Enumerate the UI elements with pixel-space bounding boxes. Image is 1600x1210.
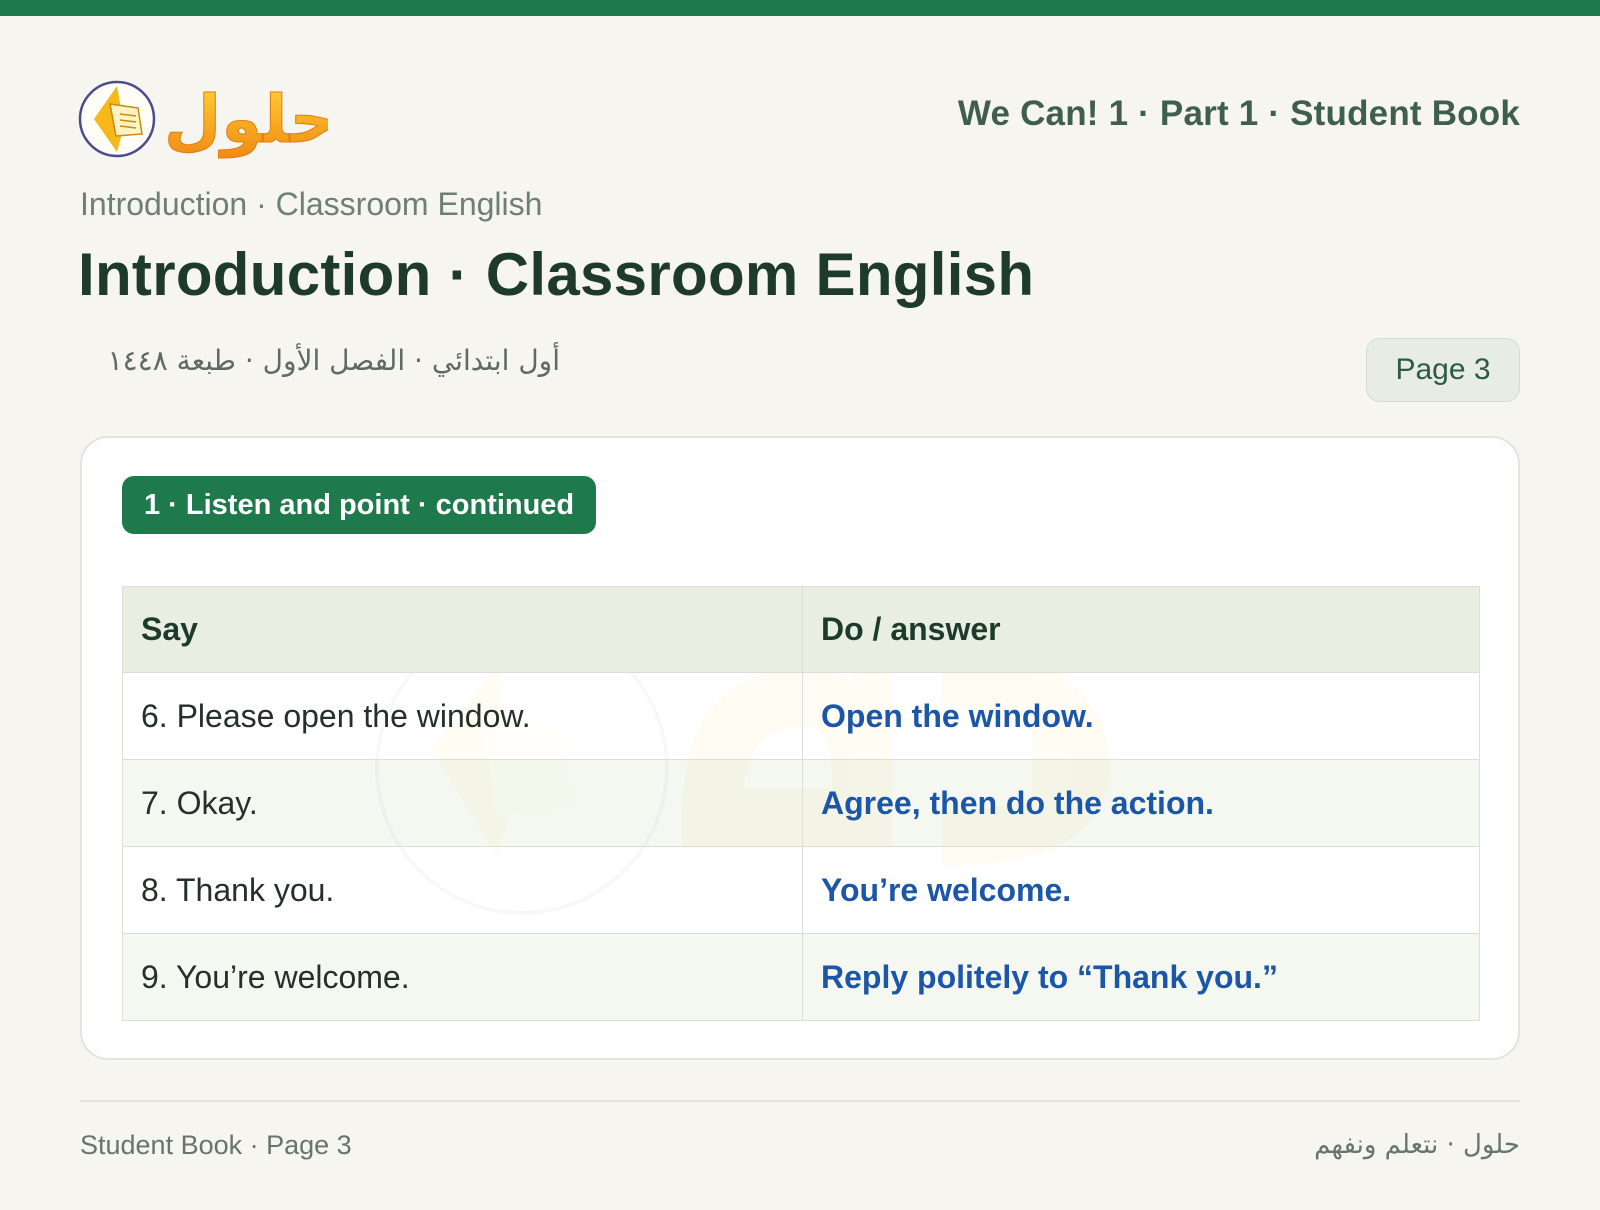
say-cell: 7. Okay. bbox=[122, 759, 803, 847]
answer-cell: Reply politely to “Thank you.” bbox=[802, 933, 1480, 1021]
table-header-row: Say Do / answer bbox=[122, 586, 1480, 673]
top-accent-bar bbox=[0, 0, 1600, 16]
footer-brand-tagline: حلول · نتعلم ونفهم bbox=[1314, 1130, 1520, 1160]
answer-cell: You’re welcome. bbox=[802, 846, 1480, 934]
column-header-say: Say bbox=[122, 586, 803, 673]
logo-wordmark: حلول bbox=[164, 81, 328, 159]
say-do-table: Say Do / answer 6. Please open the windo… bbox=[122, 586, 1480, 1021]
say-cell: 9. You’re welcome. bbox=[122, 933, 803, 1021]
column-header-do-answer: Do / answer bbox=[802, 586, 1480, 673]
logo-emblem-icon: حلول bbox=[78, 81, 338, 160]
table-row: 8. Thank you. You’re welcome. bbox=[122, 846, 1480, 934]
section-tag: 1 · Listen and point · continued bbox=[122, 476, 597, 534]
exercise-card: 1 · Listen and point · continued Say Do … bbox=[80, 436, 1520, 1060]
brand-logo[interactable]: حلول bbox=[78, 64, 338, 164]
table-row: 9. You’re welcome. Reply politely to “Th… bbox=[122, 933, 1480, 1021]
page-number-badge: Page 3 bbox=[1366, 338, 1520, 402]
footer-divider bbox=[80, 1100, 1520, 1102]
say-cell: 6. Please open the window. bbox=[122, 672, 803, 760]
book-title: We Can! 1 · Part 1 · Student Book bbox=[957, 94, 1520, 133]
say-cell: 8. Thank you. bbox=[122, 846, 803, 934]
page-title: Introduction · Classroom English bbox=[78, 241, 1035, 308]
answer-cell: Open the window. bbox=[802, 672, 1480, 760]
footer-page-label: Student Book · Page 3 bbox=[80, 1130, 352, 1160]
table-row: 7. Okay. Agree, then do the action. bbox=[122, 759, 1480, 847]
breadcrumb: Introduction · Classroom English bbox=[80, 186, 543, 222]
answer-cell: Agree, then do the action. bbox=[802, 759, 1480, 847]
grade-term-edition: أول ابتدائي · الفصل الأول · طبعة ١٤٤٨ bbox=[107, 344, 560, 377]
table-row: 6. Please open the window. Open the wind… bbox=[122, 672, 1480, 760]
